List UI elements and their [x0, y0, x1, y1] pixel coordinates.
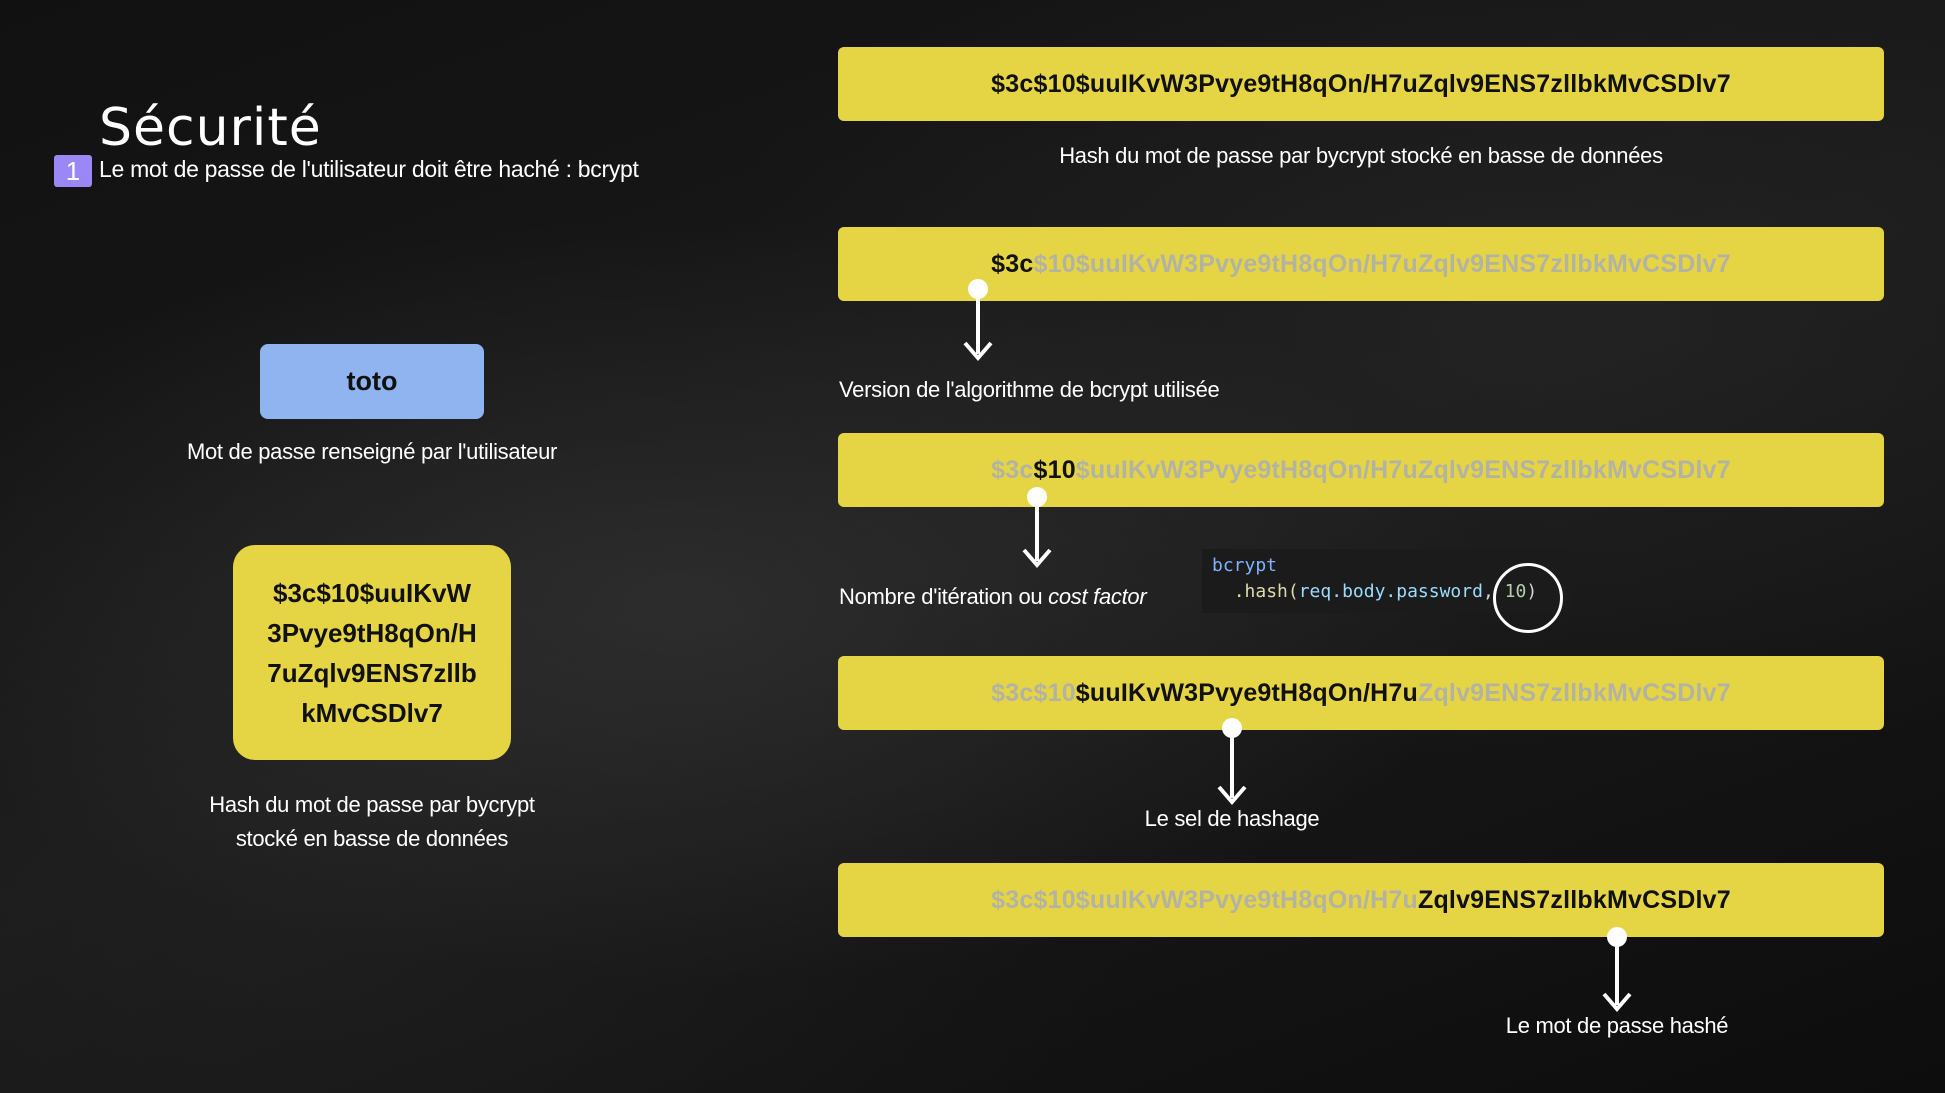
cost-highlight: $10	[1033, 455, 1076, 484]
version-highlight: $3c	[991, 249, 1034, 278]
code-argument: req.body.password	[1298, 581, 1483, 602]
hash-line-3: 7uZqlv9ENS7zllb	[267, 657, 477, 688]
salt-caption: Le sel de hashage	[1144, 806, 1320, 831]
hashed-highlight: Zqlv9ENS7zllbkMvCSDlv7	[1417, 885, 1731, 914]
hash-line-1: $3c$10$uuIKvW	[273, 577, 471, 608]
cost-highlight-circle	[1493, 563, 1563, 633]
cost-caption-italic: cost factor	[1048, 584, 1147, 609]
full-hash-caption: Hash du mot de passe par bycrypt stocké …	[1059, 143, 1663, 168]
full-hash-text: $3c$10$uuIKvW3Pvye9tH8qOn/H7uZqlv9ENS7zl…	[991, 69, 1731, 98]
cost-bar: $3c $10 $uuIKvW3Pvye9tH8qOn/H7uZqlv9ENS7zl…	[838, 433, 1884, 507]
salt-arrow-head-icon	[1217, 785, 1247, 806]
password-box: toto	[260, 344, 484, 419]
hashed-before: $3c$10$uuIKvW3Pvye9tH8qOn/H7u	[991, 885, 1418, 914]
step-number-badge: 1	[54, 155, 92, 187]
password-caption: Mot de passe renseigné par l'utilisateur	[186, 439, 558, 464]
salt-after: Zqlv9ENS7zllbkMvCSDlv7	[1417, 678, 1731, 707]
full-hash-bar: $3c$10$uuIKvW3Pvye9tH8qOn/H7uZqlv9ENS7zl…	[838, 47, 1884, 121]
version-bar: $3c $10$uuIKvW3Pvye9tH8qOn/H7uZqlv9ENS7zl…	[838, 227, 1884, 301]
version-rest: $10$uuIKvW3Pvye9tH8qOn/H7uZqlv9ENS7zllbk…	[1033, 249, 1731, 278]
salt-before: $3c$10	[991, 678, 1076, 707]
hashed-bar: $3c$10$uuIKvW3Pvye9tH8qOn/H7u Zqlv9ENS7zl…	[838, 863, 1884, 937]
hash-caption: Hash du mot de passe par bycrypt stocké …	[160, 788, 584, 856]
hashed-arrow-head-icon	[1602, 992, 1632, 1013]
cost-caption-plain: Nombre d'itération ou	[839, 584, 1049, 609]
salt-bar: $3c$10 $uuIKvW3Pvye9tH8qOn/H7u Zqlv9ENS7zl…	[838, 656, 1884, 730]
version-caption: Version de l'algorithme de bcrypt utilis…	[839, 377, 1220, 402]
hashed-caption: Le mot de passe hashé	[1505, 1013, 1729, 1038]
cost-arrow-head-icon	[1022, 548, 1052, 569]
password-value: toto	[346, 366, 398, 396]
salt-highlight: $uuIKvW3Pvye9tH8qOn/H7u	[1075, 678, 1418, 707]
hash-box: $3c$10$uuIKvW 3Pvye9tH8qOn/H 7uZqlv9ENS7…	[233, 545, 511, 760]
code-function: .hash(	[1233, 581, 1299, 602]
slide-subtitle: Le mot de passe de l'utilisateur doit êt…	[99, 156, 639, 182]
cost-before: $3c	[991, 455, 1034, 484]
version-arrow-head-icon	[963, 341, 993, 362]
hash-caption-line-2: stocké en basse de données	[235, 826, 509, 851]
cost-after: $uuIKvW3Pvye9tH8qOn/H7uZqlv9ENS7zllbkMvC…	[1075, 455, 1731, 484]
hash-line-2: 3Pvye9tH8qOn/H	[267, 617, 477, 648]
slide-title: Sécurité	[99, 98, 322, 158]
cost-caption: Nombre d'itération ou cost factor	[839, 584, 1147, 610]
hash-line-4: kMvCSDlv7	[301, 697, 443, 728]
code-object: bcrypt	[1212, 555, 1278, 576]
hash-caption-line-1: Hash du mot de passe par bycrypt	[209, 792, 535, 817]
